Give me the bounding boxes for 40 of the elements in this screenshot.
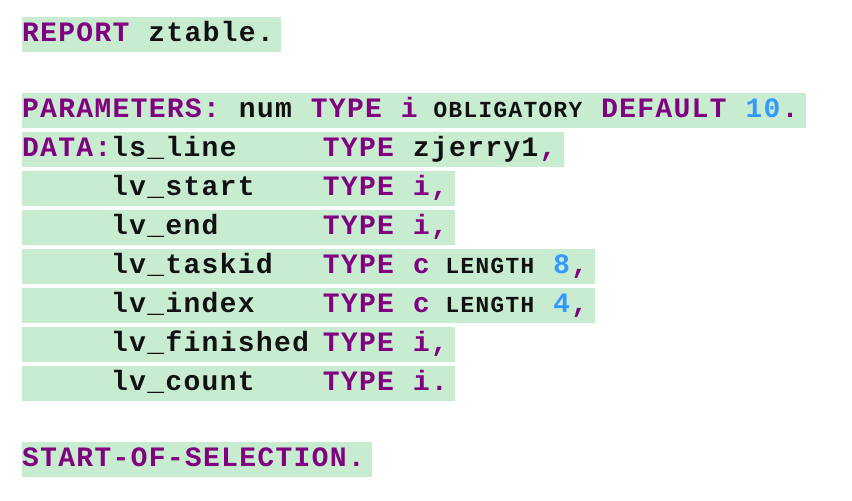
identifier: lv_taskid (111, 251, 274, 282)
keyword: TYPE (322, 172, 396, 206)
identifier: zjerry1 (412, 133, 540, 167)
keyword: i (400, 94, 419, 128)
keyword: REPORT (22, 18, 131, 52)
keyword: PARAMETERS: (22, 94, 222, 128)
number-literal: 8 (553, 250, 572, 284)
keyword: c (412, 250, 431, 284)
punctuation: . (782, 94, 800, 128)
number-literal: 4 (553, 289, 572, 323)
keyword: TYPE (322, 328, 396, 362)
keyword: DEFAULT (601, 94, 728, 128)
keyword: i, (412, 211, 450, 245)
punctuation: , (540, 133, 558, 167)
identifier: lv_finished (111, 329, 310, 360)
identifier: lv_start (111, 173, 256, 204)
number-literal: 10 (745, 94, 782, 128)
identifier: ls_line (111, 134, 238, 165)
keyword: START-OF-SELECTION. (22, 443, 366, 477)
keyword: c (412, 289, 431, 323)
keyword: TYPE (322, 289, 396, 323)
keyword: TYPE (310, 94, 384, 128)
identifier: lv_index (111, 290, 256, 321)
keyword: i, (412, 328, 450, 362)
identifier: lv_count (111, 368, 256, 399)
keyword: i. (412, 367, 450, 401)
keyword: TYPE (322, 367, 396, 401)
identifier: num (238, 94, 294, 128)
keyword: LENGTH (445, 253, 536, 282)
keyword: TYPE (322, 211, 396, 245)
keyword: LENGTH (445, 292, 536, 321)
keyword: TYPE (322, 250, 396, 284)
keyword: TYPE (322, 133, 396, 167)
punctuation: , (571, 250, 590, 284)
identifier: lv_end (111, 212, 220, 243)
identifier: ztable. (148, 18, 275, 52)
keyword: i, (412, 172, 450, 206)
keyword: DATA: (22, 134, 113, 165)
punctuation: , (571, 289, 590, 323)
keyword: OBLIGATORY (433, 97, 584, 126)
